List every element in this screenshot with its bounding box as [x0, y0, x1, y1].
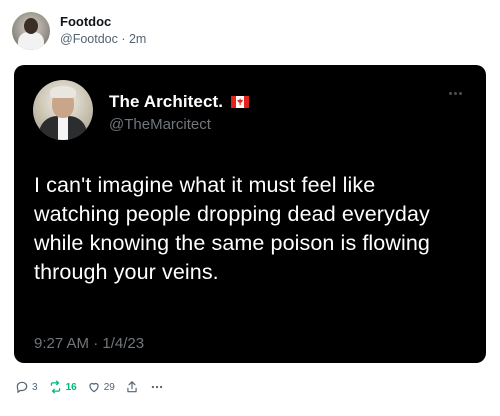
canada-flag-icon	[231, 96, 250, 108]
more-options-icon[interactable]	[449, 92, 462, 95]
quoted-tweet-text: I can't imagine what it must feel like w…	[34, 173, 430, 284]
quoted-timestamp[interactable]: 9:27 AM · 1/4/23	[34, 335, 144, 352]
author-name[interactable]: Footdoc	[60, 14, 146, 30]
post-age[interactable]: 2m	[129, 32, 146, 46]
quoted-author-avatar[interactable]	[33, 80, 93, 140]
author-meta: Footdoc @Footdoc · 2m	[60, 12, 146, 47]
author-subline: @Footdoc · 2m	[60, 31, 146, 47]
post-header: Footdoc @Footdoc · 2m	[12, 12, 146, 50]
like-count: 29	[103, 381, 115, 393]
retweet-count: 16	[65, 381, 77, 393]
share-icon	[127, 381, 137, 393]
tweet-more-button[interactable]	[149, 380, 165, 394]
author-handle[interactable]: @Footdoc	[60, 32, 118, 46]
quoted-tweet-card[interactable]: The Architect. @TheMarcitect I can't ima…	[14, 65, 486, 363]
author-avatar[interactable]	[12, 12, 50, 50]
reply-icon	[16, 381, 28, 393]
action-bar: 3 16 29	[15, 380, 175, 394]
heart-icon	[89, 382, 99, 393]
reply-count: 3	[32, 381, 38, 393]
dot-separator: ·	[117, 32, 129, 46]
quoted-author-handle[interactable]: @TheMarcitect	[109, 116, 211, 133]
quoted-author-name[interactable]: The Architect.	[109, 92, 223, 112]
like-button[interactable]: 29	[87, 380, 115, 394]
quoted-name-row: The Architect.	[109, 92, 250, 112]
ellipsis-icon	[151, 385, 163, 389]
reply-button[interactable]: 3	[15, 380, 38, 394]
share-button[interactable]	[125, 380, 139, 394]
retweet-icon	[50, 380, 60, 394]
retweet-button[interactable]: 16	[48, 380, 77, 394]
